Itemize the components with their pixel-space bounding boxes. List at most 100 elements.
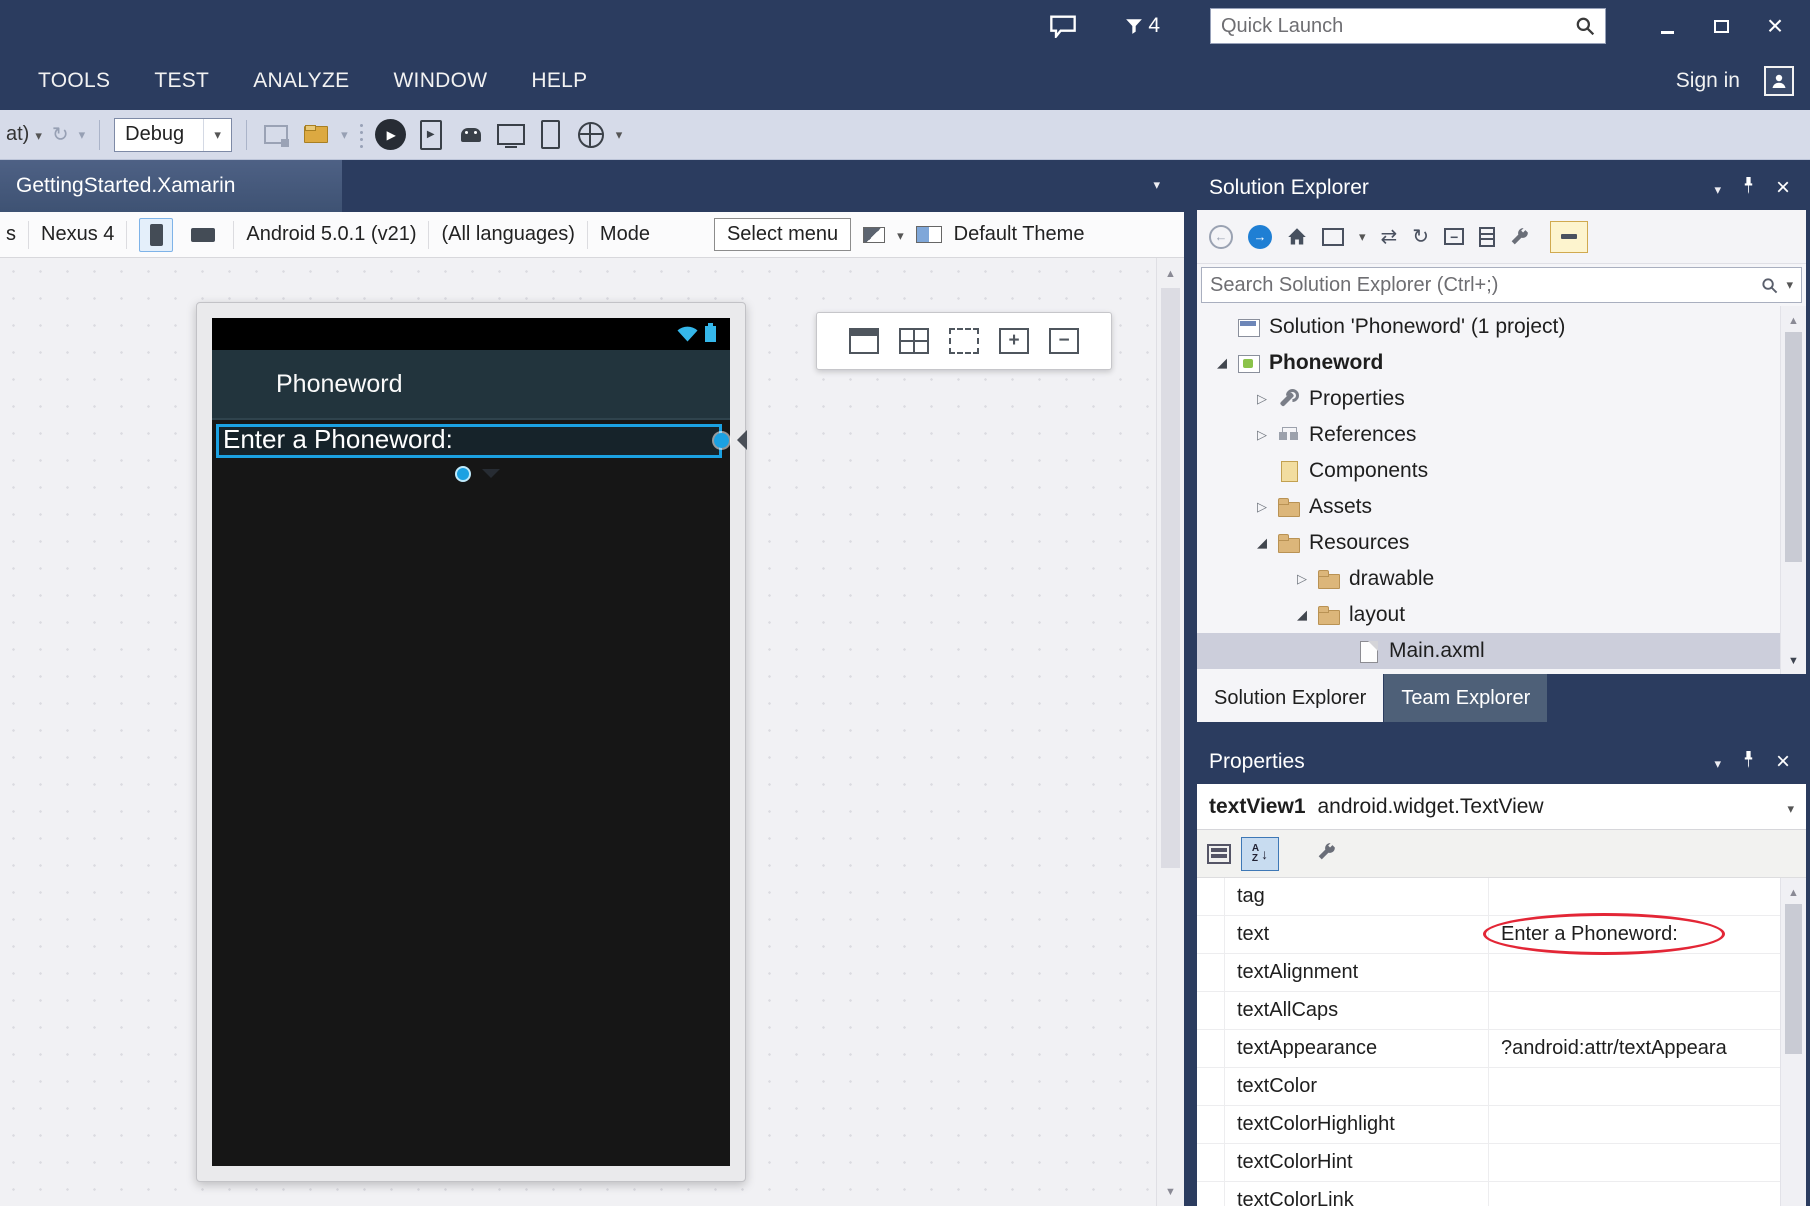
property-name[interactable]: textAlignment xyxy=(1225,954,1489,991)
expanded-arrow-icon[interactable]: ◢ xyxy=(1289,607,1315,623)
deploy-to-device-icon[interactable] xyxy=(416,120,446,150)
editor-vertical-scrollbar[interactable] xyxy=(1156,258,1184,1206)
chevron-down-icon[interactable] xyxy=(1359,228,1366,246)
scroll-up-icon[interactable] xyxy=(1781,311,1806,329)
notifications-badge[interactable]: 4 xyxy=(1125,14,1160,38)
select-menu-button[interactable]: Select menu xyxy=(714,218,851,251)
close-icon[interactable] xyxy=(1776,748,1790,776)
design-surface[interactable]: Phoneword Enter a Phoneword: xyxy=(0,258,1184,1206)
maximize-button[interactable] xyxy=(1694,9,1748,43)
refresh-icon[interactable] xyxy=(52,122,69,147)
quick-launch[interactable] xyxy=(1210,8,1606,44)
tree-vertical-scrollbar[interactable] xyxy=(1780,306,1806,674)
property-value[interactable]: Enter a Phoneword: xyxy=(1489,916,1780,953)
theme-selector[interactable]: Default Theme xyxy=(954,223,1085,246)
chevron-down-icon[interactable] xyxy=(35,123,42,146)
properties-wrench-icon[interactable] xyxy=(1317,842,1336,866)
panel-tab-team-explorer[interactable]: Team Explorer xyxy=(1384,674,1547,722)
tree-item-resources[interactable]: ◢Resources xyxy=(1197,525,1806,561)
chevron-down-icon[interactable] xyxy=(897,223,904,246)
close-button[interactable] xyxy=(1748,9,1802,43)
expanded-arrow-icon[interactable]: ◢ xyxy=(1249,535,1275,551)
language-selector[interactable]: (All languages) xyxy=(441,223,574,246)
theme-editor-icon[interactable] xyxy=(916,226,942,243)
menu-item-window[interactable]: WINDOW xyxy=(371,52,509,110)
property-name[interactable]: textColor xyxy=(1225,1068,1489,1105)
property-value[interactable] xyxy=(1489,878,1780,915)
scroll-up-icon[interactable] xyxy=(1781,883,1806,901)
categorized-view-icon[interactable] xyxy=(1207,844,1231,864)
tree-item-references[interactable]: ▷References xyxy=(1197,417,1806,453)
drag-handle[interactable] xyxy=(455,466,471,482)
scroll-up-icon[interactable] xyxy=(1157,264,1184,282)
chevron-down-icon[interactable] xyxy=(203,119,231,151)
refresh-icon[interactable] xyxy=(1412,224,1429,249)
quick-launch-input[interactable] xyxy=(1221,15,1575,38)
landscape-orientation-button[interactable] xyxy=(185,218,221,252)
truncated-combo[interactable]: at) xyxy=(6,123,42,146)
attach-to-process-icon[interactable] xyxy=(261,120,291,150)
property-name[interactable]: textColorLink xyxy=(1225,1182,1489,1206)
emulator-manager-icon[interactable] xyxy=(576,120,606,150)
collapse-all-icon[interactable] xyxy=(1444,228,1464,245)
minimize-button[interactable] xyxy=(1640,9,1694,43)
property-name[interactable]: textAllCaps xyxy=(1225,992,1489,1029)
tree-item-properties[interactable]: ▷Properties xyxy=(1197,381,1806,417)
toolbar-overflow-icon[interactable] xyxy=(341,126,348,144)
sign-in-link[interactable]: Sign in xyxy=(1676,69,1740,93)
property-name[interactable]: tag xyxy=(1225,878,1489,915)
scrollbar-thumb[interactable] xyxy=(1785,332,1802,562)
device-monitor-icon[interactable] xyxy=(496,120,526,150)
menu-item-analyze[interactable]: ANALYZE xyxy=(231,52,371,110)
navigate-back-icon[interactable] xyxy=(1209,225,1233,249)
chevron-down-icon[interactable] xyxy=(79,126,86,144)
feedback-icon[interactable] xyxy=(1049,14,1077,38)
expanded-arrow-icon[interactable]: ◢ xyxy=(1209,355,1235,371)
alphabetical-sort-button[interactable]: AZ ↓ xyxy=(1241,837,1279,871)
close-icon[interactable] xyxy=(1776,174,1790,202)
scrollbar-thumb[interactable] xyxy=(1161,288,1180,868)
pin-icon[interactable] xyxy=(1741,750,1756,774)
property-value[interactable] xyxy=(1489,954,1780,991)
properties-wrench-icon[interactable] xyxy=(1510,227,1529,246)
tree-item-main-axml[interactable]: Main.axml xyxy=(1197,633,1806,669)
menu-item-tools[interactable]: TOOLS xyxy=(16,52,132,110)
chevron-down-icon[interactable] xyxy=(482,469,500,487)
tab-list-dropdown-icon[interactable] xyxy=(1153,176,1160,194)
property-value[interactable] xyxy=(1489,1144,1780,1181)
device-selector[interactable]: Nexus 4 xyxy=(41,223,114,246)
solution-search-input[interactable] xyxy=(1210,274,1753,297)
show-all-files-icon[interactable] xyxy=(1479,227,1495,247)
solution-search-box[interactable] xyxy=(1201,267,1802,303)
selected-textview[interactable]: Enter a Phoneword: xyxy=(216,424,722,458)
tree-item-assets[interactable]: ▷Assets xyxy=(1197,489,1806,525)
scrollbar-thumb[interactable] xyxy=(1785,904,1802,1054)
toolbar-overflow-icon[interactable] xyxy=(616,126,623,144)
scroll-down-icon[interactable] xyxy=(1781,651,1806,669)
show-grid-icon[interactable] xyxy=(899,328,929,354)
action-bar-settings-icon[interactable] xyxy=(863,227,885,243)
pin-icon[interactable] xyxy=(1741,176,1756,200)
mode-label[interactable]: Mode xyxy=(600,223,650,246)
property-value[interactable] xyxy=(1489,992,1780,1029)
property-name[interactable]: textColorHighlight xyxy=(1225,1106,1489,1143)
start-debugging-button[interactable] xyxy=(375,119,406,150)
collapsed-arrow-icon[interactable]: ▷ xyxy=(1249,499,1275,515)
menu-item-help[interactable]: HELP xyxy=(509,52,609,110)
solution-configuration-combo[interactable]: Debug xyxy=(114,118,232,152)
collapsed-arrow-icon[interactable]: ▷ xyxy=(1289,571,1315,587)
window-position-icon[interactable] xyxy=(1714,750,1721,774)
property-name[interactable]: textColorHint xyxy=(1225,1144,1489,1181)
tree-item-phoneword[interactable]: ◢Phoneword xyxy=(1197,345,1806,381)
property-name[interactable]: textAppearance xyxy=(1225,1030,1489,1067)
selected-object-row[interactable]: textView1 android.widget.TextView xyxy=(1197,784,1806,830)
android-version-selector[interactable]: Android 5.0.1 (v21) xyxy=(246,223,416,246)
android-device-icon[interactable] xyxy=(456,120,486,150)
window-position-icon[interactable] xyxy=(1714,176,1721,200)
tree-item-drawable[interactable]: ▷drawable xyxy=(1197,561,1806,597)
layout-canvas[interactable]: Enter a Phoneword: xyxy=(212,420,730,1166)
zoom-out-icon[interactable] xyxy=(1049,328,1079,354)
property-value[interactable] xyxy=(1489,1106,1780,1143)
scope-view-icon[interactable] xyxy=(1322,228,1344,246)
preview-selected-items-toggle[interactable] xyxy=(1550,221,1588,253)
